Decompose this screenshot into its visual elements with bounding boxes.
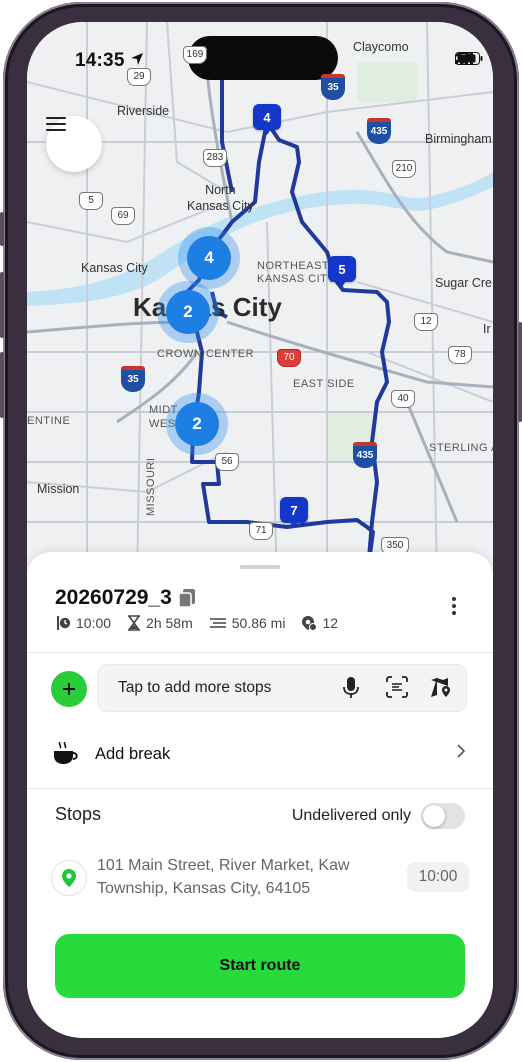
highway-shield: 71: [249, 522, 273, 540]
location-arrow-icon: [131, 53, 143, 65]
highway-shield: 5: [79, 192, 103, 210]
map-label-mission: Mission: [37, 482, 80, 496]
map-label-riverside: Riverside: [117, 104, 170, 118]
undelivered-label: Undelivered only: [291, 807, 411, 824]
stop-pin[interactable]: 7: [280, 497, 308, 528]
interstate-shield: 35: [121, 366, 145, 392]
clock-icon: [57, 616, 71, 630]
map-label-ir: Ir: [483, 322, 491, 336]
highway-shield: 169: [183, 46, 207, 64]
more-vertical-icon[interactable]: [451, 596, 457, 616]
chevron-right-icon: [457, 744, 465, 758]
map-label-east-side: EAST SIDE: [293, 378, 355, 390]
dynamic-island: [188, 36, 338, 80]
map-label-north-kansas-city: North Kansas City: [187, 183, 254, 213]
map-label-entine: ENTINE: [27, 415, 71, 427]
highway-shield: 29: [127, 68, 151, 86]
interstate-shield: 435: [353, 442, 377, 468]
route-bottom-sheet: 20260729_3 10:00 2h 58m 50.86 mi 12 Tap …: [27, 552, 493, 1038]
interstate-shield: 435: [367, 118, 391, 144]
route-meta: 10:00 2h 58m 50.86 mi 12: [57, 615, 348, 631]
map-label-crown-center: CROWN CENTER: [157, 348, 255, 360]
location-pin-icon: [62, 869, 76, 887]
highway-shield: 12: [414, 313, 438, 331]
highway-shield: 283: [203, 149, 227, 167]
stop-pin[interactable]: 5: [328, 256, 356, 287]
route-distance: 50.86 mi: [231, 615, 286, 631]
map-label-missouri: MISSOURI: [145, 457, 157, 516]
microphone-icon[interactable]: [343, 676, 359, 700]
map-label-kansas-city-small: Kansas City: [81, 261, 148, 275]
map-label-birmingham: Birmingham: [425, 132, 492, 146]
route-start-time: 10:00: [76, 615, 112, 631]
highway-shield: 210: [392, 160, 416, 178]
map-label-claycomo: Claycomo: [353, 40, 409, 54]
volume-up-button: [0, 272, 4, 338]
highway-shield: 56: [215, 453, 239, 471]
stop-cluster[interactable]: 2: [166, 290, 210, 334]
divider: [27, 652, 493, 653]
add-stops-input[interactable]: Tap to add more stops: [97, 664, 467, 712]
map-view[interactable]: 14:35 Riverside Claycomo Birmingham Nort…: [27, 22, 493, 582]
map-label-kansas-city-caps: KANSAS CITY: [257, 273, 336, 285]
action-button: [0, 212, 4, 246]
stop-marker: [51, 860, 87, 896]
stop-cluster[interactable]: 4: [187, 236, 231, 280]
route-duration: 2h 58m: [146, 615, 193, 631]
stop-cluster[interactable]: 2: [175, 402, 219, 446]
stops-icon: [302, 616, 318, 631]
map-label-sugar-creek: Sugar Cre: [435, 276, 492, 290]
menu-button[interactable]: [46, 116, 102, 172]
undelivered-toggle[interactable]: [421, 803, 465, 829]
hourglass-icon: [128, 615, 141, 631]
coffee-icon: [54, 742, 78, 764]
highway-shield: 70: [277, 349, 301, 367]
map-label-midtown-west: MIDT WES: [149, 404, 178, 430]
add-stop-button[interactable]: [51, 671, 87, 707]
add-break-row[interactable]: Add break: [53, 738, 467, 770]
menu-icon: [46, 117, 66, 131]
map-label-sterling: STERLING A: [429, 442, 493, 454]
sheet-handle[interactable]: [240, 565, 280, 569]
highway-shield: 69: [111, 207, 135, 225]
stop-time: 10:00: [407, 862, 469, 892]
battery-icon: [455, 52, 483, 65]
undelivered-filter: Undelivered only: [292, 803, 465, 829]
highway-shield: 78: [448, 346, 472, 364]
map-pin-icon[interactable]: [430, 676, 452, 698]
distance-icon: [209, 618, 226, 628]
copy-icon[interactable]: [178, 588, 196, 608]
status-time: 14:35: [75, 50, 125, 71]
route-name: 20260729_3: [55, 586, 172, 609]
add-stops-placeholder: Tap to add more stops: [118, 679, 272, 696]
plus-icon: [63, 683, 75, 695]
route-title-row: 20260729_3: [55, 586, 196, 610]
stop-pin[interactable]: 4: [253, 104, 281, 135]
scan-icon[interactable]: [386, 676, 408, 698]
map-label-northeast: NORTHEAST: [257, 260, 330, 272]
divider: [27, 788, 493, 789]
add-stops-row: Tap to add more stops: [51, 664, 469, 712]
highway-shield: 40: [391, 390, 415, 408]
screen: 14:35 Riverside Claycomo Birmingham Nort…: [27, 22, 493, 1038]
route-stops-count: 12: [322, 615, 339, 631]
stops-heading: Stops: [55, 804, 102, 824]
interstate-shield: 35: [321, 74, 345, 100]
volume-down-button: [0, 352, 4, 418]
power-button: [518, 322, 522, 422]
add-break-label: Add break: [95, 744, 171, 763]
start-route-button[interactable]: Start route: [55, 934, 465, 998]
